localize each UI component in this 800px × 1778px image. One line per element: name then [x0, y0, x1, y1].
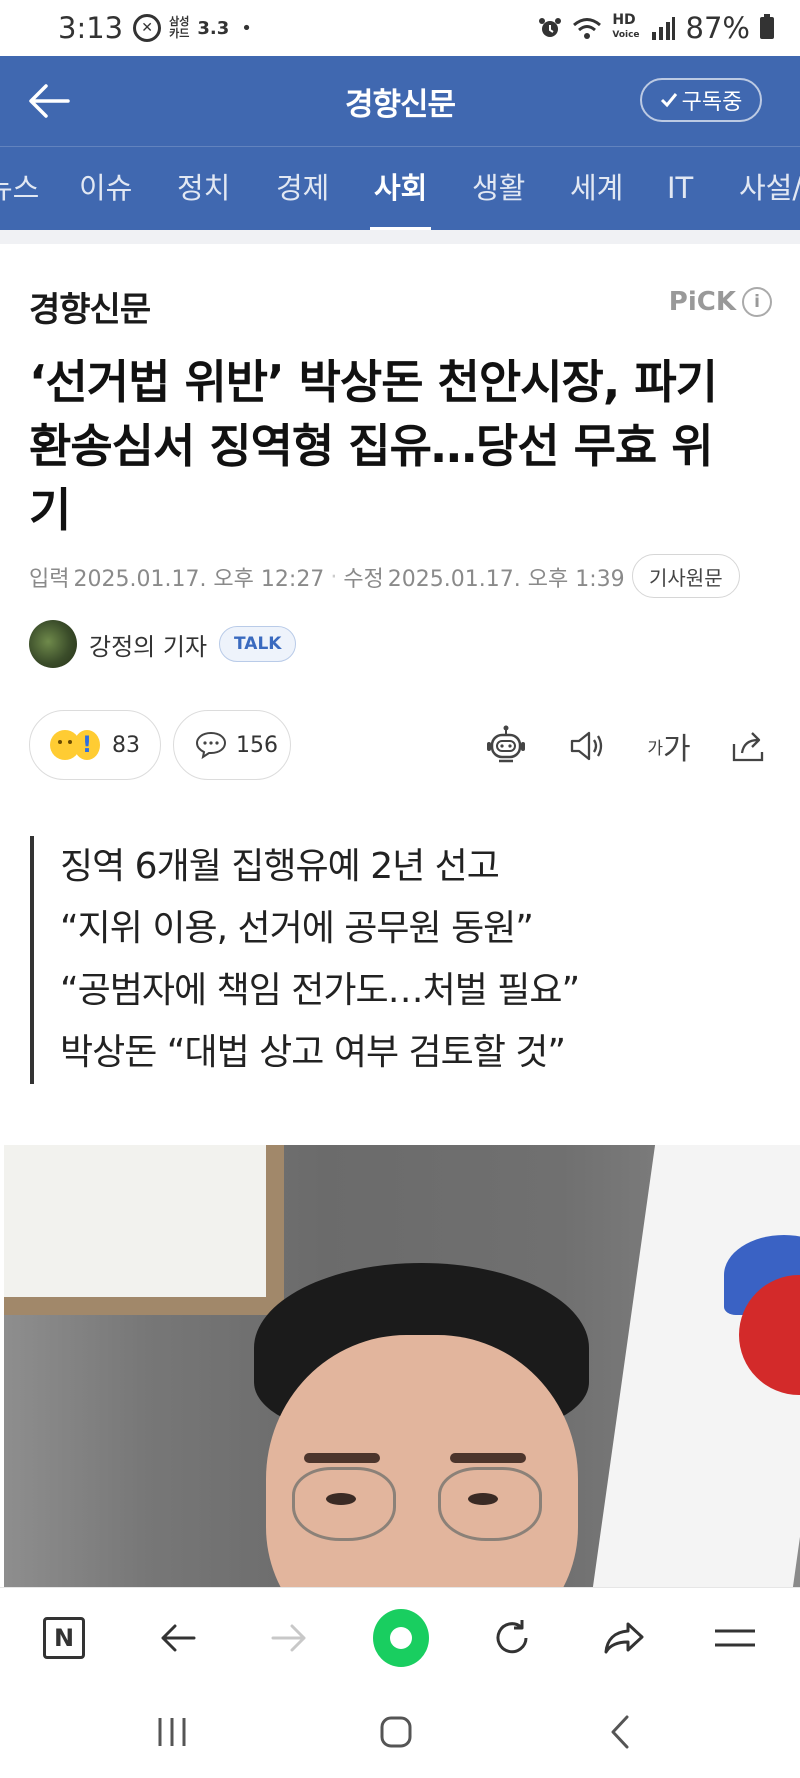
naver-home-button[interactable]: N [36, 1610, 92, 1666]
info-icon[interactable]: i [742, 287, 772, 317]
share-icon [732, 732, 764, 762]
comment-button[interactable]: 156 [173, 710, 291, 780]
menu-icon [715, 1629, 755, 1647]
subscribe-button[interactable]: 구독중 [640, 78, 762, 122]
summary-line: “공범자에 책임 전가도…처벌 필요” [60, 970, 580, 1011]
tab-life[interactable]: 생활 [472, 147, 525, 230]
network-speed: 3.3 [197, 17, 230, 39]
tts-robot-button[interactable] [484, 724, 528, 768]
summary-line: 징역 6개월 집행유예 2년 선고 [60, 846, 500, 887]
tab-editorial[interactable]: 사설/ [739, 147, 800, 230]
audio-button[interactable] [564, 724, 608, 768]
comment-count: 156 [236, 732, 278, 758]
summary-line: “지위 이용, 선거에 공무원 동원” [60, 908, 534, 949]
wall-frame [4, 1145, 284, 1315]
browser-toolbar: N [0, 1587, 800, 1687]
input-date: 2025.01.17. 오후 12:27 [73, 567, 325, 592]
reaction-button[interactable]: ! 83 [29, 710, 161, 780]
system-nav-bar [0, 1687, 800, 1778]
app-header: 경향신문 구독중 [0, 56, 800, 146]
status-time: 3:13 [58, 11, 124, 45]
notification-dot: • [241, 17, 252, 39]
author-avatar[interactable] [29, 620, 77, 668]
date-separator: · [330, 564, 338, 590]
article-photo[interactable] [4, 1145, 800, 1587]
input-label: 입력 [29, 567, 70, 592]
subscribe-label: 구독중 [681, 90, 743, 115]
author-row[interactable]: 강정의 기자 TALK [29, 620, 297, 668]
tab-economy[interactable]: 경제 [276, 147, 329, 230]
font-small-label: 가 [647, 738, 664, 759]
speaker-icon [570, 731, 603, 761]
smile-emoji-icon [50, 730, 80, 760]
font-large-label: 가 [663, 732, 691, 767]
right-brow [450, 1453, 526, 1463]
menu-button[interactable] [707, 1610, 763, 1666]
header-title: 경향신문 [344, 86, 456, 123]
samsung-pay-icon: ✕ [133, 14, 162, 42]
section-divider [0, 230, 800, 244]
signal-icon [651, 17, 675, 40]
tab-it[interactable]: IT [667, 147, 693, 230]
hd-voice-badge: HD Voice [612, 12, 640, 40]
left-brow [304, 1453, 380, 1463]
article-dates: 입력 2025.01.17. 오후 12:27 · 수정 2025.01.17.… [29, 556, 625, 598]
summary-line: 박상돈 “대법 상고 여부 검토할 것” [60, 1032, 566, 1073]
recent-apps-icon [158, 1718, 186, 1746]
refresh-icon [496, 1620, 528, 1654]
check-icon [660, 93, 677, 108]
system-back-button[interactable] [590, 1707, 650, 1757]
share-page-button[interactable] [596, 1610, 652, 1666]
carrier-label: 삼성 카드 [169, 15, 190, 40]
home-button[interactable] [366, 1707, 426, 1757]
status-bar: 3:13 ✕ 삼성 카드 3.3 • HD Voice 87% [0, 0, 800, 56]
tab-news[interactable]: 뉴스 [0, 147, 39, 230]
tab-world[interactable]: 세계 [570, 147, 623, 230]
back-icon [161, 1624, 196, 1652]
green-dot-icon [373, 1609, 429, 1667]
naver-green-dot-button[interactable] [373, 1609, 429, 1667]
article-headline: ‘선거법 위반’ 박상돈 천안시장, 파기 환송심서 징역형 집유…당선 무효 … [29, 355, 718, 537]
share-arrow-icon [604, 1622, 644, 1654]
edit-date: 2025.01.17. 오후 1:39 [387, 567, 625, 592]
naver-n-icon: N [43, 1617, 85, 1659]
forward-icon [271, 1624, 306, 1652]
alarm-icon [539, 18, 562, 37]
tab-society[interactable]: 사회 [369, 147, 432, 230]
press-logo[interactable]: 경향신문 [29, 282, 151, 331]
robot-icon [487, 725, 525, 763]
back-button[interactable] [150, 1610, 206, 1666]
battery-icon [760, 14, 774, 39]
edit-label: 수정 [343, 567, 384, 592]
pick-badge[interactable]: PiCK i [669, 287, 772, 317]
share-button[interactable] [726, 724, 770, 768]
article-summary: 징역 6개월 집행유예 2년 선고 “지위 이용, 선거에 공무원 동원” “공… [30, 836, 750, 1084]
reaction-count: 83 [112, 732, 140, 758]
comment-icon [195, 731, 227, 760]
right-lens [438, 1467, 542, 1541]
back-arrow-icon[interactable] [26, 78, 72, 124]
tab-politics[interactable]: 정치 [177, 147, 230, 230]
author-name[interactable]: 강정의 기자 [89, 627, 207, 662]
home-icon [380, 1716, 412, 1748]
battery-percent: 87% [685, 11, 750, 45]
left-lens [292, 1467, 396, 1541]
recent-apps-button[interactable] [142, 1707, 202, 1757]
forward-button[interactable] [261, 1610, 317, 1666]
pick-label: PiCK [668, 287, 736, 317]
category-tabs: 뉴스 이슈 정치 경제 사회 생활 세계 IT 사설/ [0, 146, 800, 230]
original-article-button[interactable]: 기사원문 [632, 554, 740, 598]
refresh-button[interactable] [484, 1610, 540, 1666]
font-size-button[interactable]: 가가 [642, 724, 696, 768]
system-back-icon [611, 1715, 629, 1749]
wifi-icon [573, 18, 602, 39]
tab-issue[interactable]: 이슈 [79, 147, 132, 230]
talk-badge[interactable]: TALK [219, 626, 297, 662]
